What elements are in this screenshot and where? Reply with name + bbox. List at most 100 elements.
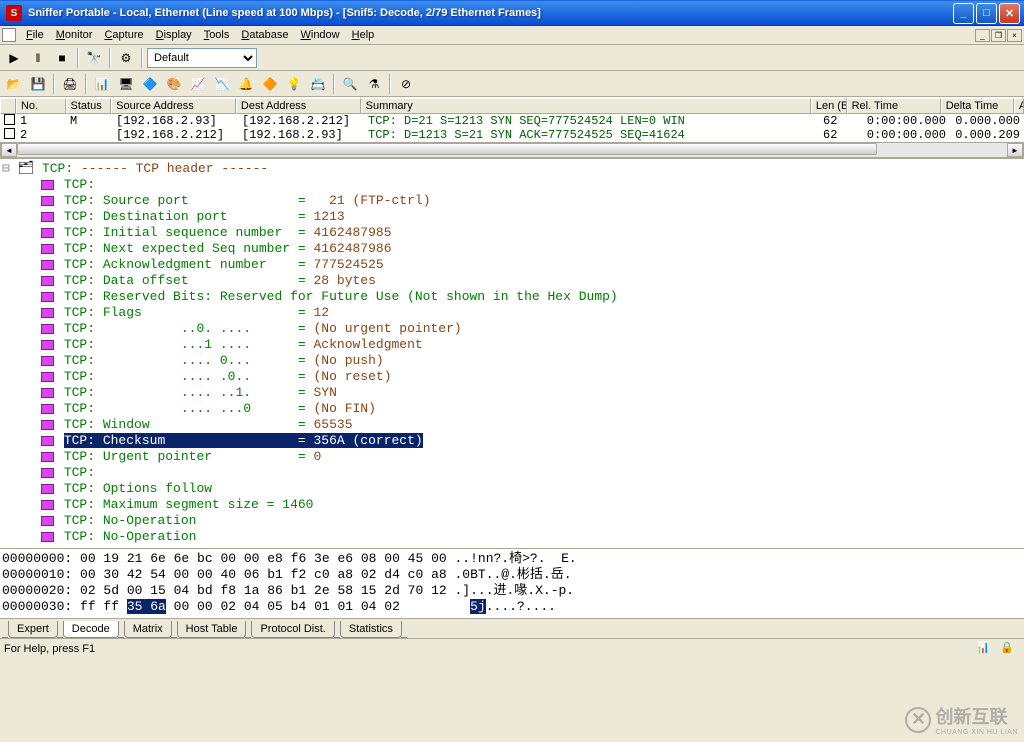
hex-line[interactable]: 00000030: ff ff 35 6a 00 00 02 04 05 b4 … xyxy=(2,599,1022,615)
pause-button[interactable]: ‖ xyxy=(27,47,49,69)
decode-line[interactable]: TCP: Window = 65535 xyxy=(2,417,1022,433)
menu-file[interactable]: File xyxy=(20,28,50,42)
status-text: For Help, press F1 xyxy=(4,643,972,655)
menubar: File Monitor Capture Display Tools Datab… xyxy=(0,26,1024,45)
decode-line[interactable]: TCP: .... ..1. = SYN xyxy=(2,385,1022,401)
decode-line[interactable]: TCP: No-Operation xyxy=(2,513,1022,529)
window-minimize-button[interactable]: _ xyxy=(953,3,974,24)
decode-line[interactable]: TCP: Urgent pointer = 0 xyxy=(2,449,1022,465)
col-src[interactable]: Source Address xyxy=(111,98,236,114)
col-summary[interactable]: Summary xyxy=(361,98,811,114)
menu-database[interactable]: Database xyxy=(235,28,294,42)
print-button[interactable]: 🖨 xyxy=(59,73,81,95)
decode-line[interactable]: TCP: .... 0... = (No push) xyxy=(2,353,1022,369)
settings-button[interactable]: ⚙ xyxy=(115,47,137,69)
tab-expert[interactable]: Expert xyxy=(8,621,58,638)
decode-line[interactable]: TCP: .... ...0 = (No FIN) xyxy=(2,401,1022,417)
mdi-minimize-button[interactable]: _ xyxy=(975,29,990,42)
decode-line[interactable]: TCP: Options follow xyxy=(2,481,1022,497)
menu-help[interactable]: Help xyxy=(346,28,381,42)
decode-line[interactable]: ⊟ 🗂 TCP: ------ TCP header ------ xyxy=(2,161,1022,177)
tab-statistics[interactable]: Statistics xyxy=(340,621,402,638)
tab-matrix[interactable]: Matrix xyxy=(124,621,172,638)
history-icon[interactable]: 📉 xyxy=(211,73,233,95)
menu-window[interactable]: Window xyxy=(294,28,345,42)
grid-hscroll[interactable]: ◄ ► xyxy=(0,142,1024,158)
scroll-left-icon[interactable]: ◄ xyxy=(1,143,17,157)
decode-line[interactable]: TCP: Reserved Bits: Reserved for Future … xyxy=(2,289,1022,305)
watermark: ✕ 创新互联 CHUANG XIN HU LIAN xyxy=(905,703,1018,736)
table-row[interactable]: 2[192.168.2.212][192.168.2.93]TCP: D=121… xyxy=(0,128,1024,142)
binoculars-icon[interactable]: 🔭 xyxy=(83,47,105,69)
col-dest[interactable]: Dest Address xyxy=(236,98,361,114)
status-icon-b: 🔒 xyxy=(1000,641,1016,657)
display-icon[interactable]: 🔍 xyxy=(339,73,361,95)
decode-line[interactable]: TCP: Data offset = 28 bytes xyxy=(2,273,1022,289)
status-icon-a: 📊 xyxy=(976,641,992,657)
art-icon[interactable]: 🎨 xyxy=(163,73,185,95)
col-rel[interactable]: Rel. Time xyxy=(847,98,941,114)
hex-pane[interactable]: 00000000: 00 19 21 6e 6e bc 00 00 e8 f6 … xyxy=(0,548,1024,618)
profile-combo[interactable]: Default xyxy=(147,48,257,68)
smart-icon[interactable]: 💡 xyxy=(283,73,305,95)
col-abs[interactable]: Abs. Time xyxy=(1014,98,1024,114)
window-titlebar: S Sniffer Portable - Local, Ethernet (Li… xyxy=(0,0,1024,26)
menu-tools[interactable]: Tools xyxy=(198,28,236,42)
window-close-button[interactable]: ✕ xyxy=(999,3,1020,24)
hex-line[interactable]: 00000010: 00 30 42 54 00 00 40 06 b1 f2 … xyxy=(2,567,1022,583)
matrix-icon[interactable]: 🔷 xyxy=(139,73,161,95)
dashboard-icon[interactable]: 📊 xyxy=(91,73,113,95)
save-button[interactable]: 💾 xyxy=(27,73,49,95)
hex-line[interactable]: 00000020: 02 5d 00 15 04 bd f8 1a 86 b1 … xyxy=(2,583,1022,599)
tab-host-table[interactable]: Host Table xyxy=(177,621,247,638)
alarm-icon[interactable]: 🔔 xyxy=(235,73,257,95)
decode-line[interactable]: TCP: Destination port = 1213 xyxy=(2,209,1022,225)
menu-display[interactable]: Display xyxy=(150,28,198,42)
window-maximize-button[interactable]: □ xyxy=(976,3,997,24)
filter-icon[interactable]: ⚗ xyxy=(363,73,385,95)
decode-line[interactable]: TCP: Initial sequence number = 416248798… xyxy=(2,225,1022,241)
toolbar-main: 📂 💾 🖨 📊 🖥 🔷 🎨 📈 📉 🔔 🔶 💡 📇 🔍 ⚗ ⊘ xyxy=(0,71,1024,97)
decode-line[interactable]: TCP: ..0. .... = (No urgent pointer) xyxy=(2,321,1022,337)
tab-protocol-dist-[interactable]: Protocol Dist. xyxy=(251,621,334,638)
decode-line[interactable]: TCP: Source port = 21 (FTP-ctrl) xyxy=(2,193,1022,209)
mdi-restore-button[interactable]: ❐ xyxy=(991,29,1006,42)
col-status[interactable]: Status xyxy=(66,98,112,114)
stop-button[interactable]: ■ xyxy=(51,47,73,69)
table-row[interactable]: 1M[192.168.2.93][192.168.2.212]TCP: D=21… xyxy=(0,114,1024,128)
decode-pane[interactable]: ⊟ 🗂 TCP: ------ TCP header ------ TCP: T… xyxy=(0,158,1024,548)
watermark-logo-icon: ✕ xyxy=(905,707,931,733)
protocol-icon[interactable]: 📈 xyxy=(187,73,209,95)
packet-grid-body: 1M[192.168.2.93][192.168.2.212]TCP: D=21… xyxy=(0,114,1024,142)
scroll-right-icon[interactable]: ► xyxy=(1007,143,1023,157)
tab-decode[interactable]: Decode xyxy=(63,621,119,638)
menu-capture[interactable]: Capture xyxy=(98,28,149,42)
host-icon[interactable]: 🖥 xyxy=(115,73,137,95)
document-icon xyxy=(2,28,16,42)
decode-line[interactable]: TCP: Maximum segment size = 1460 xyxy=(2,497,1022,513)
mdi-close-button[interactable]: × xyxy=(1007,29,1022,42)
decode-line[interactable]: TCP: xyxy=(2,177,1022,193)
addr-icon[interactable]: 📇 xyxy=(307,73,329,95)
decode-line[interactable]: TCP: Next expected Seq number = 41624879… xyxy=(2,241,1022,257)
window-title: Sniffer Portable - Local, Ethernet (Line… xyxy=(26,7,953,19)
decode-line[interactable]: TCP: .... .0.. = (No reset) xyxy=(2,369,1022,385)
hex-line[interactable]: 00000000: 00 19 21 6e 6e bc 00 00 e8 f6 … xyxy=(2,551,1022,567)
matrix2-icon[interactable]: 🔶 xyxy=(259,73,281,95)
col-no[interactable]: No. xyxy=(16,98,66,114)
decode-line[interactable]: TCP: ...1 .... = Acknowledgment xyxy=(2,337,1022,353)
decode-line[interactable]: TCP: xyxy=(2,465,1022,481)
col-len[interactable]: Len (B xyxy=(811,98,847,114)
col-delta[interactable]: Delta Time xyxy=(941,98,1014,114)
decode-line[interactable]: TCP: Flags = 12 xyxy=(2,305,1022,321)
app-icon: S xyxy=(6,5,22,21)
decode-line[interactable]: TCP: Checksum = 356A (correct) xyxy=(2,433,1022,449)
decode-line[interactable]: TCP: Acknowledgment number = 777524525 xyxy=(2,257,1022,273)
decode-line[interactable]: TCP: No-Operation xyxy=(2,529,1022,545)
view-tabs: Expert Decode Matrix Host TableProtocol Dis… xyxy=(0,618,1024,638)
menu-monitor[interactable]: Monitor xyxy=(50,28,99,42)
statusbar: For Help, press F1 📊 🔒 xyxy=(0,638,1024,658)
play-button[interactable]: ▶ xyxy=(3,47,25,69)
cancel-icon[interactable]: ⊘ xyxy=(395,73,417,95)
open-button[interactable]: 📂 xyxy=(3,73,25,95)
